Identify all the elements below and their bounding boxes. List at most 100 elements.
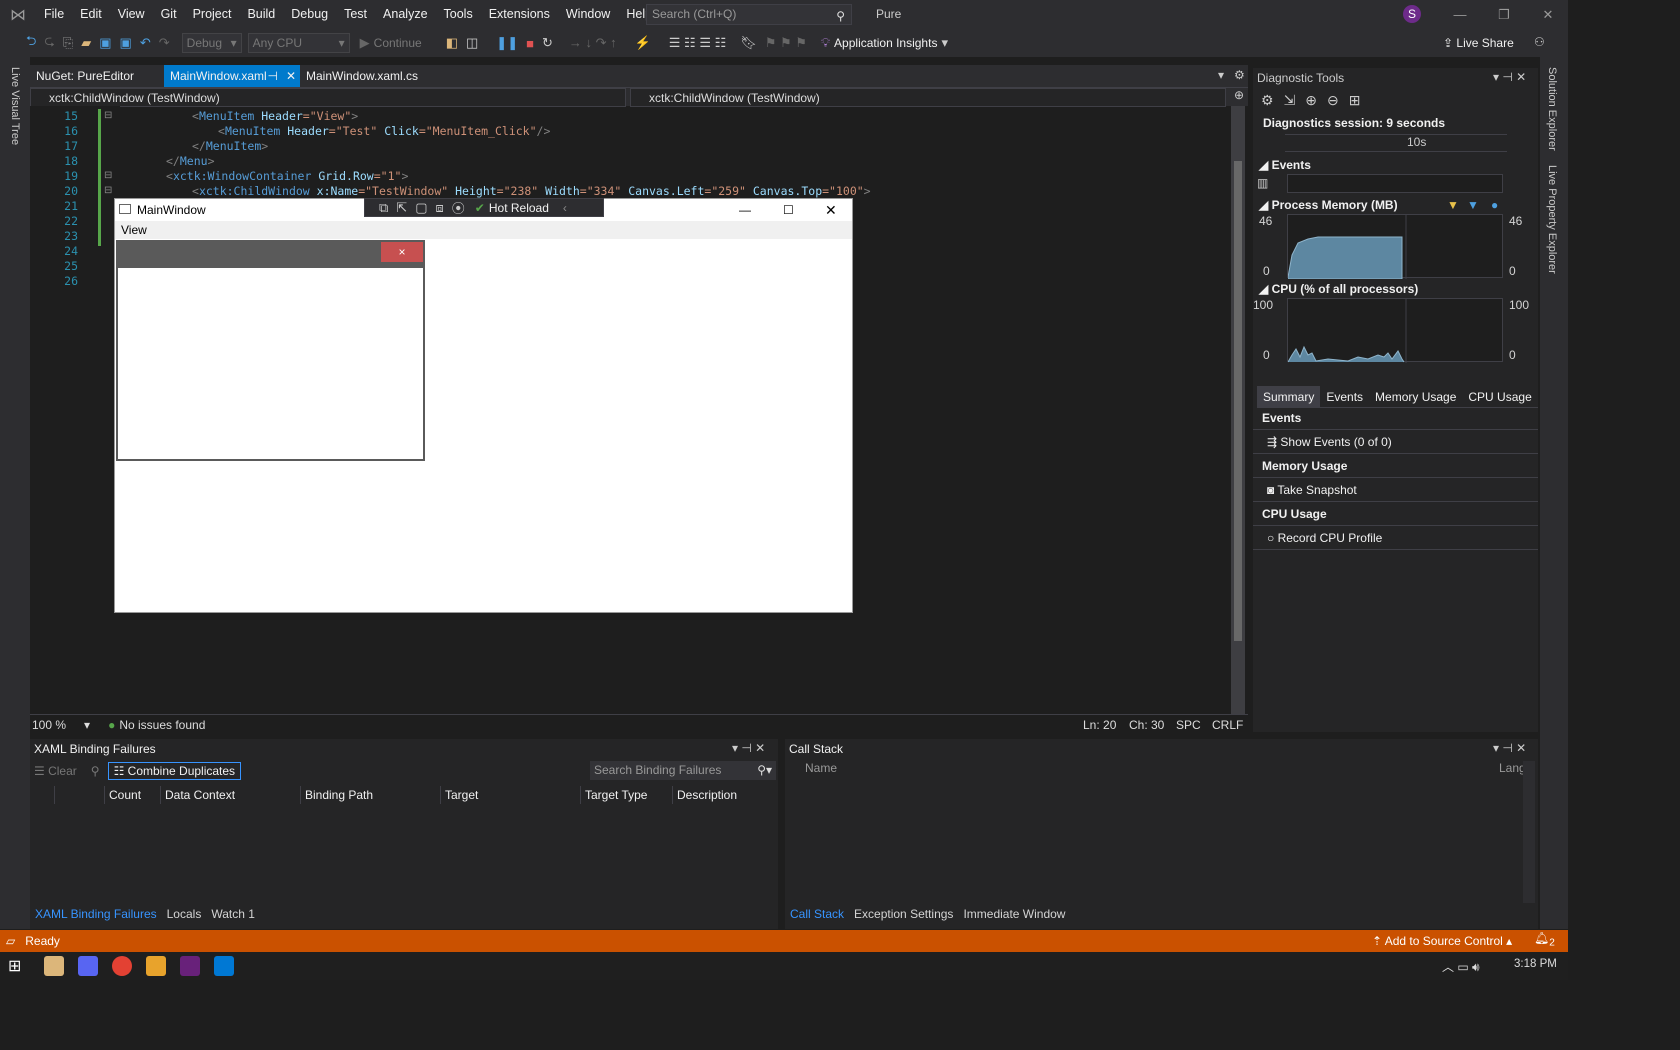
cpu-section[interactable]: ◢ CPU (% of all processors) bbox=[1259, 282, 1418, 296]
attach-icon[interactable]: ◧ bbox=[446, 35, 458, 51]
menu-git[interactable]: Git bbox=[153, 0, 185, 29]
menu-analyze[interactable]: Analyze bbox=[375, 0, 435, 29]
back-icon[interactable]: ⮌ bbox=[26, 32, 36, 54]
events-section[interactable]: ◢ Events bbox=[1259, 158, 1311, 172]
platform-dropdown[interactable]: Any CPU bbox=[247, 33, 350, 53]
windows-start-icon[interactable]: ⊞ bbox=[8, 956, 21, 976]
pin-icon[interactable]: ⊣ bbox=[268, 65, 278, 87]
forward-icon[interactable]: ⮎ bbox=[44, 32, 54, 54]
visual-studio-icon[interactable] bbox=[180, 956, 200, 976]
hot-reload-label[interactable]: Hot Reload bbox=[489, 201, 549, 215]
app-window-icon[interactable] bbox=[214, 956, 234, 976]
zoom-out-icon[interactable]: ⊖ bbox=[1327, 92, 1339, 109]
screenshot-icon[interactable]: ◫ bbox=[466, 35, 478, 51]
menu-build[interactable]: Build bbox=[239, 0, 283, 29]
hot-reload-icon[interactable]: ⚡ bbox=[635, 35, 651, 51]
chrome-icon[interactable] bbox=[112, 956, 132, 976]
tab-summary[interactable]: Summary bbox=[1257, 385, 1321, 408]
chevron-down-icon[interactable]: ▾ bbox=[84, 718, 90, 732]
tab-list-icon[interactable]: ▾ bbox=[1218, 68, 1224, 82]
menu-view[interactable]: View bbox=[121, 223, 147, 237]
code-line-19[interactable]: <xctk:WindowContainer Grid.Row="1"> bbox=[166, 169, 408, 183]
pause-icon[interactable]: ❚❚ bbox=[496, 35, 518, 51]
tab-call-stack[interactable]: Call Stack bbox=[785, 905, 849, 923]
tab-immediate-window[interactable]: Immediate Window bbox=[958, 905, 1070, 923]
config-dropdown[interactable]: Debug bbox=[181, 33, 242, 53]
play-icon[interactable]: ▶ bbox=[360, 35, 370, 51]
tab-nuget[interactable]: NuGet: PureEditor bbox=[30, 65, 164, 87]
col-description[interactable]: Description bbox=[672, 786, 776, 804]
nav-left-dropdown[interactable]: xctk:ChildWindow (TestWindow) bbox=[30, 88, 626, 107]
tab-mainwindow-xaml[interactable]: MainWindow.xaml ⊣ ✕ bbox=[164, 65, 300, 87]
pane-menu-icon[interactable]: ▾ ⊣ ✕ bbox=[1493, 741, 1526, 755]
select-element-icon[interactable]: ⧉ bbox=[379, 200, 388, 216]
combine-duplicates-toggle[interactable]: ☷ Combine Duplicates bbox=[107, 762, 242, 780]
close-icon[interactable]: ✕ bbox=[1526, 0, 1570, 29]
child-close-button[interactable]: × bbox=[381, 242, 423, 262]
take-snapshot-button[interactable]: ◙ Take Snapshot bbox=[1253, 478, 1538, 502]
menu-debug[interactable]: Debug bbox=[283, 0, 336, 29]
clock[interactable]: 3:18 PM bbox=[1514, 958, 1557, 970]
discord-icon[interactable] bbox=[78, 956, 98, 976]
col-binding-path[interactable]: Binding Path bbox=[300, 786, 440, 804]
code-line-16[interactable]: <MenuItem Header="Test" Click="MenuItem_… bbox=[218, 124, 550, 138]
tab-exception-settings[interactable]: Exception Settings bbox=[849, 905, 958, 923]
feedback-icon[interactable]: ⚇ bbox=[1534, 35, 1545, 49]
bulb-icon[interactable]: 💡︎ bbox=[821, 35, 830, 51]
app-insights-button[interactable]: Application Insights bbox=[834, 36, 937, 50]
code-line-18[interactable]: </Menu> bbox=[166, 154, 215, 168]
col-count[interactable]: Count bbox=[104, 786, 160, 804]
stop-icon[interactable]: ■ bbox=[526, 36, 534, 51]
menu-tools[interactable]: Tools bbox=[436, 0, 481, 29]
clear-button[interactable]: ☰ Clear bbox=[34, 764, 77, 778]
memory-section[interactable]: ◢ Process Memory (MB) bbox=[1259, 198, 1398, 212]
collapse-icon[interactable]: ⊟ bbox=[104, 170, 112, 181]
menu-window[interactable]: Window bbox=[558, 0, 618, 29]
live-visual-tree-tab[interactable]: Live Visual Tree bbox=[9, 67, 21, 145]
search-icon[interactable]: ⚲▾ bbox=[757, 761, 772, 780]
minimize-icon[interactable]: — bbox=[1438, 0, 1482, 29]
step-icon[interactable]: → ↓ ↷ ↑ bbox=[569, 35, 617, 51]
code-line-15[interactable]: <MenuItem Header="View"> bbox=[192, 109, 358, 123]
maximize-icon[interactable]: ☐ bbox=[783, 199, 794, 221]
gear-icon[interactable]: ⚙ bbox=[1234, 68, 1245, 82]
zoom-level[interactable]: 100 % bbox=[32, 718, 66, 732]
binding-search-input[interactable]: Search Binding Failures ⚲▾ bbox=[590, 761, 776, 780]
spacing-indicator[interactable]: SPC bbox=[1176, 718, 1201, 732]
tab-cpu-usage[interactable]: CPU Usage bbox=[1462, 386, 1537, 408]
eol-indicator[interactable]: CRLF bbox=[1212, 718, 1243, 732]
continue-button[interactable]: Continue bbox=[374, 36, 422, 50]
zoom-in-icon[interactable]: ⊕ bbox=[1305, 92, 1317, 109]
bookmark-nav-icon[interactable]: ⚑ ⚑ ⚑ bbox=[765, 35, 807, 51]
notifications-icon[interactable]: 🔔︎2 bbox=[1534, 927, 1555, 954]
col-name[interactable]: Name bbox=[805, 761, 837, 775]
save-all-icon[interactable]: ▣ bbox=[120, 35, 132, 51]
child-window-header[interactable]: × bbox=[118, 242, 423, 268]
undo-icon[interactable]: ↶ bbox=[140, 35, 151, 51]
scroll-thumb[interactable] bbox=[1234, 161, 1242, 641]
editor-scrollbar[interactable] bbox=[1231, 106, 1245, 714]
code-line-20[interactable]: <xctk:ChildWindow x:Name="TestWindow" He… bbox=[192, 184, 871, 198]
track-focus-icon[interactable]: ⧈ bbox=[436, 200, 444, 216]
col-data-context[interactable]: Data Context bbox=[160, 786, 300, 804]
search-input[interactable]: Search (Ctrl+Q) ⚲ bbox=[646, 4, 852, 25]
open-icon[interactable]: ▰ bbox=[81, 35, 91, 51]
close-icon[interactable]: ✕ bbox=[825, 199, 837, 221]
adorner-icon[interactable]: ▢ bbox=[415, 200, 427, 216]
tab-watch-1[interactable]: Watch 1 bbox=[206, 905, 260, 923]
solution-explorer-tab[interactable]: Solution Explorer bbox=[1546, 67, 1558, 151]
pane-menu-icon[interactable]: ▾ ⊣ ✕ bbox=[732, 741, 765, 755]
tab-events[interactable]: Events bbox=[1320, 386, 1369, 408]
format-icon[interactable]: ☰ ☷ ☰ ☷ bbox=[669, 35, 726, 51]
redo-icon[interactable]: ↷ bbox=[159, 35, 170, 51]
live-share-button[interactable]: ⇪ Live Share bbox=[1443, 36, 1514, 50]
menu-view[interactable]: View bbox=[110, 0, 153, 29]
minimize-icon[interactable]: — bbox=[739, 199, 751, 221]
child-window[interactable]: × bbox=[116, 240, 425, 461]
system-tray-icons[interactable]: ︿ ▭ 🔊︎ bbox=[1442, 958, 1480, 975]
tab-locals[interactable]: Locals bbox=[162, 905, 207, 923]
menu-test[interactable]: Test bbox=[336, 0, 375, 29]
menu-edit[interactable]: Edit bbox=[72, 0, 110, 29]
pointer-icon[interactable]: ⇱ bbox=[396, 200, 407, 216]
restore-icon[interactable]: ❐ bbox=[1482, 0, 1526, 29]
